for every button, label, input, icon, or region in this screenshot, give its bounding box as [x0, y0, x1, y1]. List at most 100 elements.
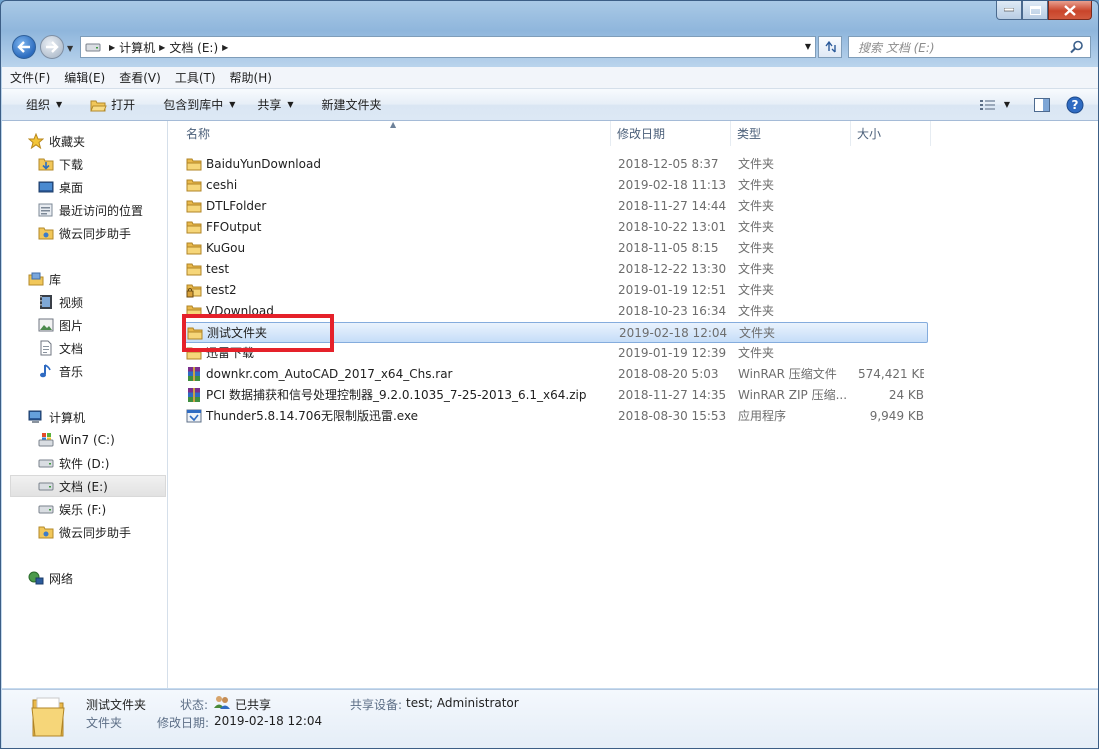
file-size: 9,949 KB — [869, 409, 924, 423]
details-state-label: 状态: — [180, 698, 209, 712]
file-size — [858, 154, 924, 175]
breadcrumb-drive-e[interactable]: 文档 (E:) — [169, 39, 218, 56]
file-date: 2019-01-19 12:39 — [618, 346, 727, 360]
nav-libraries[interactable]: 库 — [28, 268, 61, 290]
file-row[interactable]: ceshi 2019-02-18 11:13 文件夹 — [184, 175, 928, 196]
nav-item-drive-e[interactable]: 文档 (E:) — [10, 475, 166, 497]
drive-icon — [38, 455, 54, 471]
file-type: 文件夹 — [739, 326, 776, 340]
folder-icon — [186, 240, 202, 256]
details-pane: 测试文件夹 文件夹 状态: 已共享 修改日期: 2019-02-18 12:04… — [2, 689, 1098, 748]
forward-button[interactable] — [40, 35, 64, 59]
file-date: 2018-10-22 13:01 — [618, 220, 727, 234]
file-row[interactable]: downkr.com_AutoCAD_2017_x64_Chs.rar 2018-… — [184, 364, 928, 385]
recent-pages-dropdown[interactable]: ▼ — [67, 44, 73, 53]
organize-button[interactable]: 组织 ▼ — [2, 89, 74, 120]
folder-icon — [186, 219, 202, 235]
file-name: ceshi — [206, 178, 238, 192]
file-date: 2018-08-30 15:53 — [618, 409, 727, 423]
caption-buttons — [996, 1, 1092, 20]
search-input[interactable]: 搜索 文档 (E:) — [848, 36, 1091, 58]
arrow-left-icon — [17, 41, 30, 53]
nav-item-weiyun-drive[interactable]: 微云同步助手 — [38, 521, 131, 543]
new-folder-button[interactable]: 新建文件夹 — [306, 89, 394, 120]
maximize-button[interactable] — [1022, 1, 1048, 20]
nav-item-drive-f[interactable]: 娱乐 (F:) — [38, 498, 106, 520]
share-button[interactable]: 共享 ▼ — [247, 89, 305, 120]
nav-item-recent-places[interactable]: 最近访问的位置 — [38, 199, 143, 221]
breadcrumb-separator[interactable]: ▶ — [105, 43, 119, 52]
include-in-library-button[interactable]: 包含到库中 ▼ — [147, 89, 247, 120]
breadcrumb-separator[interactable]: ▶ — [155, 43, 169, 52]
open-folder-icon — [90, 100, 107, 111]
nav-item-label: 娱乐 (F:) — [59, 502, 107, 517]
menu-file[interactable]: 文件(F) — [2, 69, 56, 86]
file-row[interactable]: KuGou 2018-11-05 8:15 文件夹 — [184, 238, 928, 259]
menu-edit[interactable]: 编辑(E) — [56, 69, 111, 86]
breadcrumb-computer[interactable]: 计算机 — [119, 39, 155, 56]
nav-item-label: 软件 (D:) — [59, 456, 110, 471]
share-label: 共享 — [257, 98, 282, 112]
file-size — [858, 343, 924, 364]
winrar-archive-icon — [186, 387, 202, 403]
file-size: 24 KB — [888, 388, 924, 402]
file-row[interactable]: test2 2019-01-19 12:51 文件夹 — [184, 280, 928, 301]
column-header-type[interactable]: 类型 — [731, 121, 851, 146]
file-row[interactable]: test 2018-12-22 13:30 文件夹 — [184, 259, 928, 280]
nav-network[interactable]: 网络 — [28, 567, 73, 589]
windows-drive-icon — [38, 432, 54, 448]
menu-help[interactable]: 帮助(H) — [222, 69, 278, 86]
file-type: 文件夹 — [738, 283, 775, 297]
file-date: 2019-01-19 12:51 — [618, 283, 727, 297]
file-row[interactable]: Thunder5.8.14.706无限制版迅雷.exe 2018-08-30 15… — [184, 406, 928, 427]
file-type: 文件夹 — [738, 199, 775, 213]
nav-item-drive-d[interactable]: 软件 (D:) — [38, 452, 109, 474]
nav-item-music[interactable]: 音乐 — [38, 360, 83, 382]
file-name: DTLFolder — [206, 199, 267, 213]
change-view-button[interactable]: ▼ — [974, 99, 1016, 111]
nav-item-desktop[interactable]: 桌面 — [38, 176, 83, 198]
column-header-name[interactable]: 名称 — [180, 121, 611, 146]
file-date: 2018-12-05 8:37 — [618, 157, 719, 171]
column-header-date[interactable]: 修改日期 — [611, 121, 731, 146]
details-modified-label: 修改日期: — [157, 716, 210, 730]
file-size — [858, 259, 924, 280]
column-header-size[interactable]: 大小 — [851, 121, 931, 146]
file-type: 文件夹 — [738, 304, 775, 318]
download-folder-icon — [38, 156, 54, 172]
svg-text:?: ? — [1072, 98, 1079, 112]
nav-item-downloads[interactable]: 下载 — [38, 153, 83, 175]
refresh-button[interactable] — [818, 36, 842, 58]
column-name-label: 名称 — [186, 127, 211, 141]
application-icon — [186, 408, 202, 424]
minimize-button[interactable] — [996, 1, 1022, 20]
refresh-icon — [825, 40, 836, 53]
winrar-archive-icon — [186, 366, 202, 382]
file-size — [858, 301, 924, 322]
help-button[interactable]: ? — [1064, 96, 1098, 114]
back-button[interactable] — [12, 35, 36, 59]
menu-view[interactable]: 查看(V) — [111, 69, 167, 86]
nav-item-pictures[interactable]: 图片 — [38, 314, 83, 336]
chevron-down-icon: ▼ — [1003, 100, 1010, 109]
address-bar[interactable]: ▶ 计算机 ▶ 文档 (E:) ▶ ▼ — [80, 36, 816, 58]
file-row[interactable]: FFOutput 2018-10-22 13:01 文件夹 — [184, 217, 928, 238]
file-row[interactable]: PCI 数据捕获和信号处理控制器_9.2.0.1035_7-25-2013_6.… — [184, 385, 928, 406]
details-item-type: 文件夹 — [86, 716, 123, 730]
nav-item-weiyun-sync[interactable]: 微云同步助手 — [38, 222, 131, 244]
file-date: 2019-02-18 12:04 — [619, 326, 728, 340]
file-row[interactable]: BaiduYunDownload 2018-12-05 8:37 文件夹 — [184, 154, 928, 175]
open-button[interactable]: 打开 — [74, 89, 147, 120]
preview-pane-button[interactable] — [1016, 97, 1064, 112]
nav-favorites[interactable]: 收藏夹 — [28, 130, 85, 152]
breadcrumb-separator[interactable]: ▶ — [218, 43, 232, 52]
file-row[interactable]: DTLFolder 2018-11-27 14:44 文件夹 — [184, 196, 928, 217]
menu-tools[interactable]: 工具(T) — [167, 69, 222, 86]
nav-item-drive-c[interactable]: Win7 (C:) — [38, 429, 115, 451]
close-button[interactable] — [1048, 1, 1092, 20]
nav-item-label: 微云同步助手 — [59, 226, 132, 241]
nav-computer[interactable]: 计算机 — [28, 406, 85, 428]
address-dropdown[interactable]: ▼ — [805, 42, 811, 51]
nav-item-documents[interactable]: 文档 — [38, 337, 83, 359]
nav-item-videos[interactable]: 视频 — [38, 291, 83, 313]
